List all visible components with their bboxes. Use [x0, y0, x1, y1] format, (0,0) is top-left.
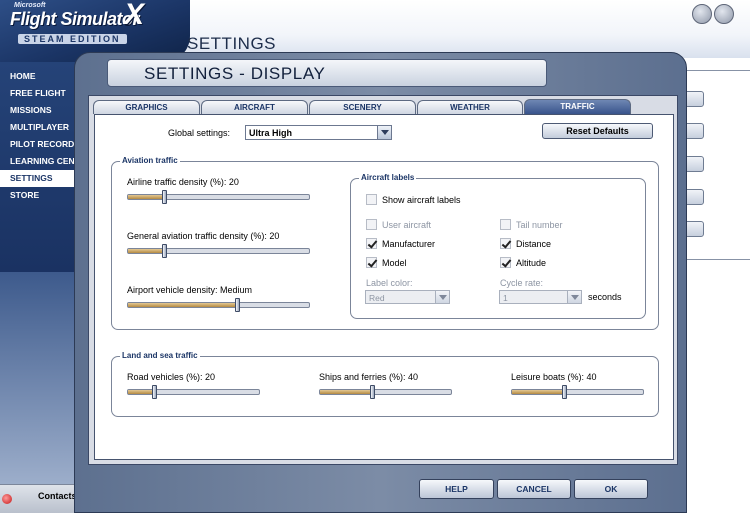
background-button[interactable] — [684, 91, 704, 107]
slider-thumb[interactable] — [152, 385, 157, 399]
tab-scenery[interactable]: SCENERY — [309, 100, 416, 114]
sidebar-item-free-flight[interactable]: FREE FLIGHT — [0, 85, 76, 102]
leisure-boats-slider[interactable] — [511, 385, 644, 399]
mute-icon[interactable] — [692, 4, 712, 24]
tail-number-label: Tail number — [516, 220, 563, 230]
chevron-down-icon[interactable] — [567, 291, 581, 303]
airport-vehicle-density-slider[interactable] — [127, 298, 310, 312]
dialog-footer: HELP CANCEL OK — [88, 471, 678, 508]
leisure-boats-label: Leisure boats (%): 40 — [511, 372, 597, 382]
background-panel — [684, 70, 750, 260]
general-aviation-density-slider[interactable] — [127, 244, 310, 258]
user-aircraft-checkbox[interactable] — [366, 219, 377, 230]
cycle-rate-label: Cycle rate: — [500, 278, 544, 288]
sidebar-item-home[interactable]: HOME — [0, 68, 76, 85]
sidebar-item-pilot-records[interactable]: PILOT RECORDS — [0, 136, 76, 153]
cancel-button[interactable]: CANCEL — [497, 479, 571, 499]
manufacturer-label: Manufacturer — [382, 239, 436, 249]
background-button[interactable] — [684, 123, 704, 139]
chevron-down-icon[interactable] — [377, 126, 391, 139]
label-color-label: Label color: — [366, 278, 413, 288]
slider-thumb[interactable] — [162, 190, 167, 204]
slider-fill — [128, 390, 154, 394]
slider-fill — [128, 303, 237, 307]
sidebar-lower — [0, 272, 76, 490]
background-button[interactable] — [684, 221, 704, 237]
cycle-rate-value: 1 — [503, 293, 508, 303]
ships-ferries-slider[interactable] — [319, 385, 452, 399]
label-color-select[interactable]: Red — [365, 290, 450, 304]
altitude-checkbox[interactable] — [500, 257, 511, 268]
global-settings-select[interactable]: Ultra High — [245, 125, 392, 140]
show-aircraft-labels-label: Show aircraft labels — [382, 195, 461, 205]
sidebar-item-multiplayer[interactable]: MULTIPLAYER — [0, 119, 76, 136]
land-sea-traffic-group: Land and sea traffic Road vehicles (%): … — [111, 351, 659, 417]
slider-fill — [512, 390, 564, 394]
minimize-icon[interactable] — [714, 4, 734, 24]
model-label: Model — [382, 258, 407, 268]
altitude-label: Altitude — [516, 258, 547, 268]
global-settings-label: Global settings: — [168, 128, 231, 138]
distance-checkbox[interactable] — [500, 238, 511, 249]
airline-density-label: Airline traffic density (%): 20 — [127, 177, 239, 187]
page-title: SETTINGS — [187, 34, 277, 53]
sidebar-item-settings[interactable]: SETTINGS — [0, 170, 76, 187]
global-settings-value: Ultra High — [249, 128, 293, 138]
label-color-value: Red — [369, 293, 385, 303]
window-controls — [692, 4, 750, 26]
slider-fill — [320, 390, 372, 394]
settings-display-dialog: SETTINGS - DISPLAY GRAPHICS AIRCRAFT SCE… — [74, 52, 687, 513]
tab-weather[interactable]: WEATHER — [417, 100, 523, 114]
background-button[interactable] — [684, 189, 704, 205]
slider-thumb[interactable] — [370, 385, 375, 399]
tab-graphics[interactable]: GRAPHICS — [93, 100, 200, 114]
logo-microsoft: Microsoft — [14, 2, 46, 9]
airport-vehicle-density-label: Airport vehicle density: Medium — [127, 285, 253, 295]
manufacturer-checkbox[interactable] — [366, 238, 377, 249]
road-vehicles-slider[interactable] — [127, 385, 260, 399]
road-vehicles-label: Road vehicles (%): 20 — [127, 372, 216, 382]
aviation-traffic-title: Aviation traffic — [120, 156, 180, 165]
slider-fill — [128, 195, 164, 199]
dialog-title: SETTINGS - DISPLAY — [144, 64, 326, 83]
slider-thumb[interactable] — [235, 298, 240, 312]
dialog-body: GRAPHICS AIRCRAFT SCENERY WEATHER TRAFFI… — [88, 95, 678, 465]
background-button[interactable] — [684, 156, 704, 172]
logo-edition: STEAM EDITION — [18, 34, 127, 44]
land-sea-traffic-title: Land and sea traffic — [120, 351, 200, 360]
user-aircraft-label: User aircraft — [382, 220, 432, 230]
chevron-down-icon[interactable] — [435, 291, 449, 303]
tail-number-checkbox[interactable] — [500, 219, 511, 230]
tab-traffic[interactable]: TRAFFIC — [524, 99, 631, 115]
sidebar-item-missions[interactable]: MISSIONS — [0, 102, 76, 119]
aviation-traffic-group: Aviation traffic Airline traffic density… — [111, 156, 659, 330]
sidebar: HOME FREE FLIGHT MISSIONS MULTIPLAYER PI… — [0, 62, 76, 272]
sidebar-item-store[interactable]: STORE — [0, 187, 76, 204]
contacts-status-icon — [2, 494, 12, 504]
distance-label: Distance — [516, 239, 552, 249]
ok-button[interactable]: OK — [574, 479, 648, 499]
show-aircraft-labels-checkbox[interactable] — [366, 194, 377, 205]
aircraft-labels-title: Aircraft labels — [359, 173, 417, 182]
model-checkbox[interactable] — [366, 257, 377, 268]
sidebar-item-learning-center[interactable]: LEARNING CENTER — [0, 153, 76, 170]
logo-x: X — [124, 0, 145, 31]
general-aviation-density-label: General aviation traffic density (%): 20 — [127, 231, 280, 241]
slider-thumb[interactable] — [162, 244, 167, 258]
cycle-rate-select[interactable]: 1 — [499, 290, 582, 304]
slider-thumb[interactable] — [562, 385, 567, 399]
tab-aircraft[interactable]: AIRCRAFT — [201, 100, 308, 114]
app-logo: Microsoft Flight Simulator X STEAM EDITI… — [6, 0, 156, 50]
cycle-rate-unit: seconds — [588, 292, 622, 302]
slider-fill — [128, 249, 164, 253]
help-button[interactable]: HELP — [419, 479, 494, 499]
airline-density-slider[interactable] — [127, 190, 310, 204]
aircraft-labels-group: Aircraft labels Show aircraft labels Use… — [350, 173, 646, 319]
logo-name: Flight Simulator — [10, 9, 140, 29]
ships-ferries-label: Ships and ferries (%): 40 — [319, 372, 419, 382]
traffic-tab-page: Global settings: Ultra High Reset Defaul… — [94, 114, 674, 460]
reset-defaults-button[interactable]: Reset Defaults — [542, 123, 653, 139]
contacts-label: Contacts — [38, 491, 77, 501]
dialog-titlebar: SETTINGS - DISPLAY — [107, 59, 547, 87]
